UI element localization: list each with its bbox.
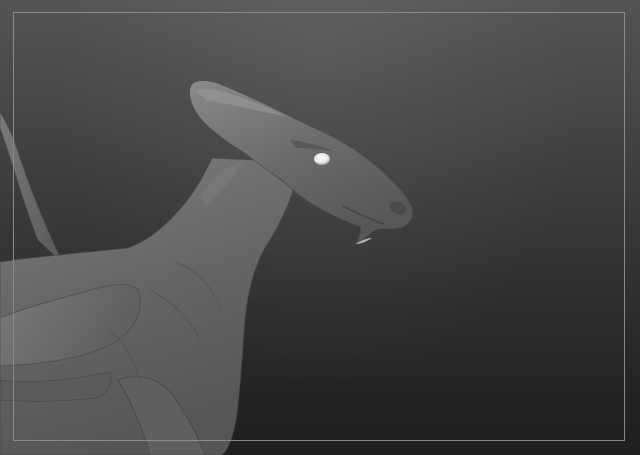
viewport-frame (13, 12, 625, 441)
3d-viewport[interactable] (0, 0, 640, 455)
